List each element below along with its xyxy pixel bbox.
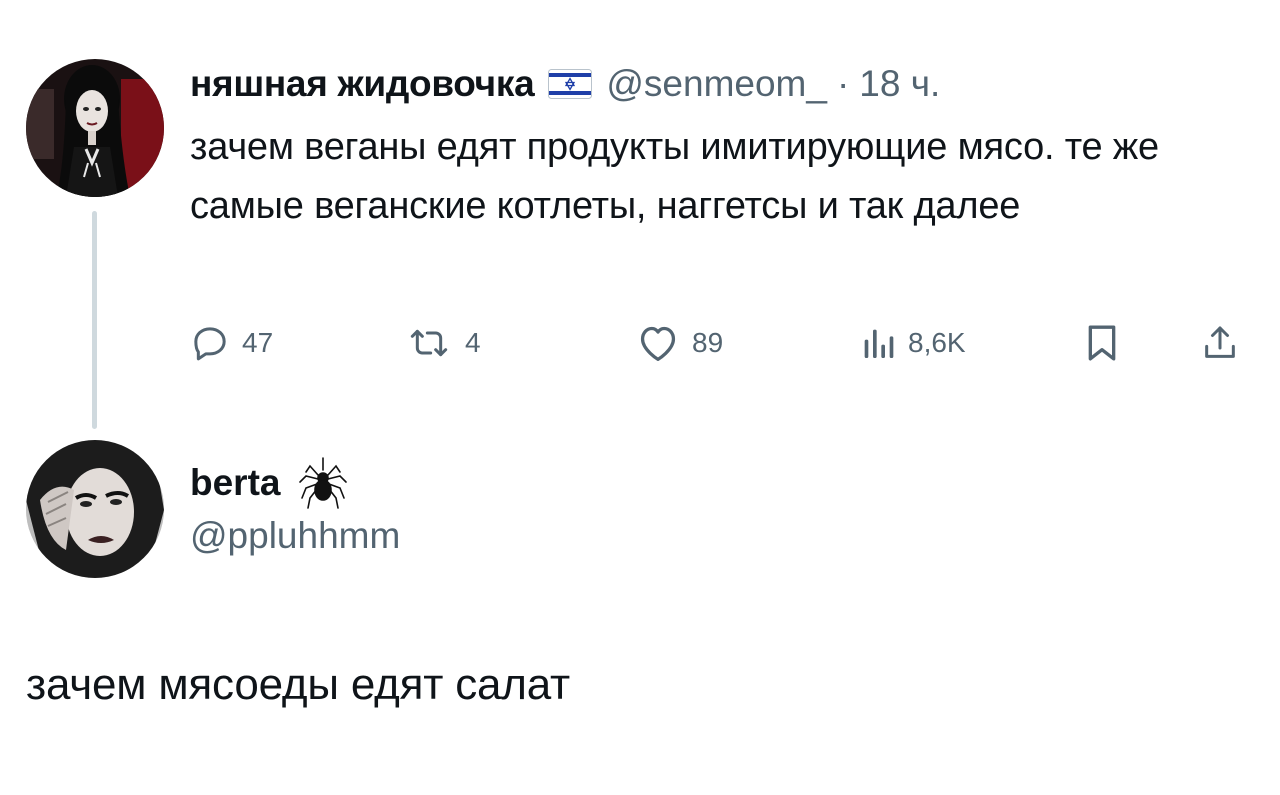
tweet-action-bar: 47 4 89 8,6K [0,315,1280,371]
views-button[interactable]: 8,6K [860,315,966,371]
tweet-header: няшная жидовочка @senmeom_ · 18 ч. [190,57,940,111]
share-button[interactable] [1200,315,1240,371]
retweet-icon [405,323,453,363]
share-icon [1200,323,1240,363]
tweet-timestamp[interactable]: 18 ч. [859,63,940,105]
retweet-button[interactable]: 4 [405,315,481,371]
avatar[interactable] [26,440,164,578]
spider-icon [296,456,350,510]
reply-button[interactable]: 47 [190,315,273,371]
tweet-thread-view: няшная жидовочка @senmeom_ · 18 ч. зачем… [0,0,1280,795]
reply-icon [190,323,230,363]
reply-tweet-text: зачем мясоеды едят салат [26,660,570,709]
like-button[interactable]: 89 [636,315,723,371]
reply-author-display-name[interactable]: berta [190,462,280,504]
views-count: 8,6K [908,327,966,358]
reply-author-name-row: berta [190,453,350,513]
reply-count: 47 [242,327,274,358]
separator-dot: · [836,63,850,104]
bookmark-button[interactable] [1085,315,1119,371]
retweet-count: 4 [465,327,481,358]
author-display-name[interactable]: няшная жидовочка [190,63,535,105]
avatar[interactable] [26,59,164,197]
avatar-image [26,440,164,578]
reply-author-handle[interactable]: @ppluhhmm [190,515,400,557]
israel-flag-icon [548,69,593,99]
author-handle[interactable]: @senmeom_ [606,63,827,105]
avatar-image [26,59,164,197]
bookmark-icon [1085,323,1119,363]
views-icon [860,323,896,363]
like-count: 89 [692,327,724,358]
tweet-text: зачем веганы едят продукты имитирующие м… [190,126,1159,227]
heart-icon [636,323,680,363]
